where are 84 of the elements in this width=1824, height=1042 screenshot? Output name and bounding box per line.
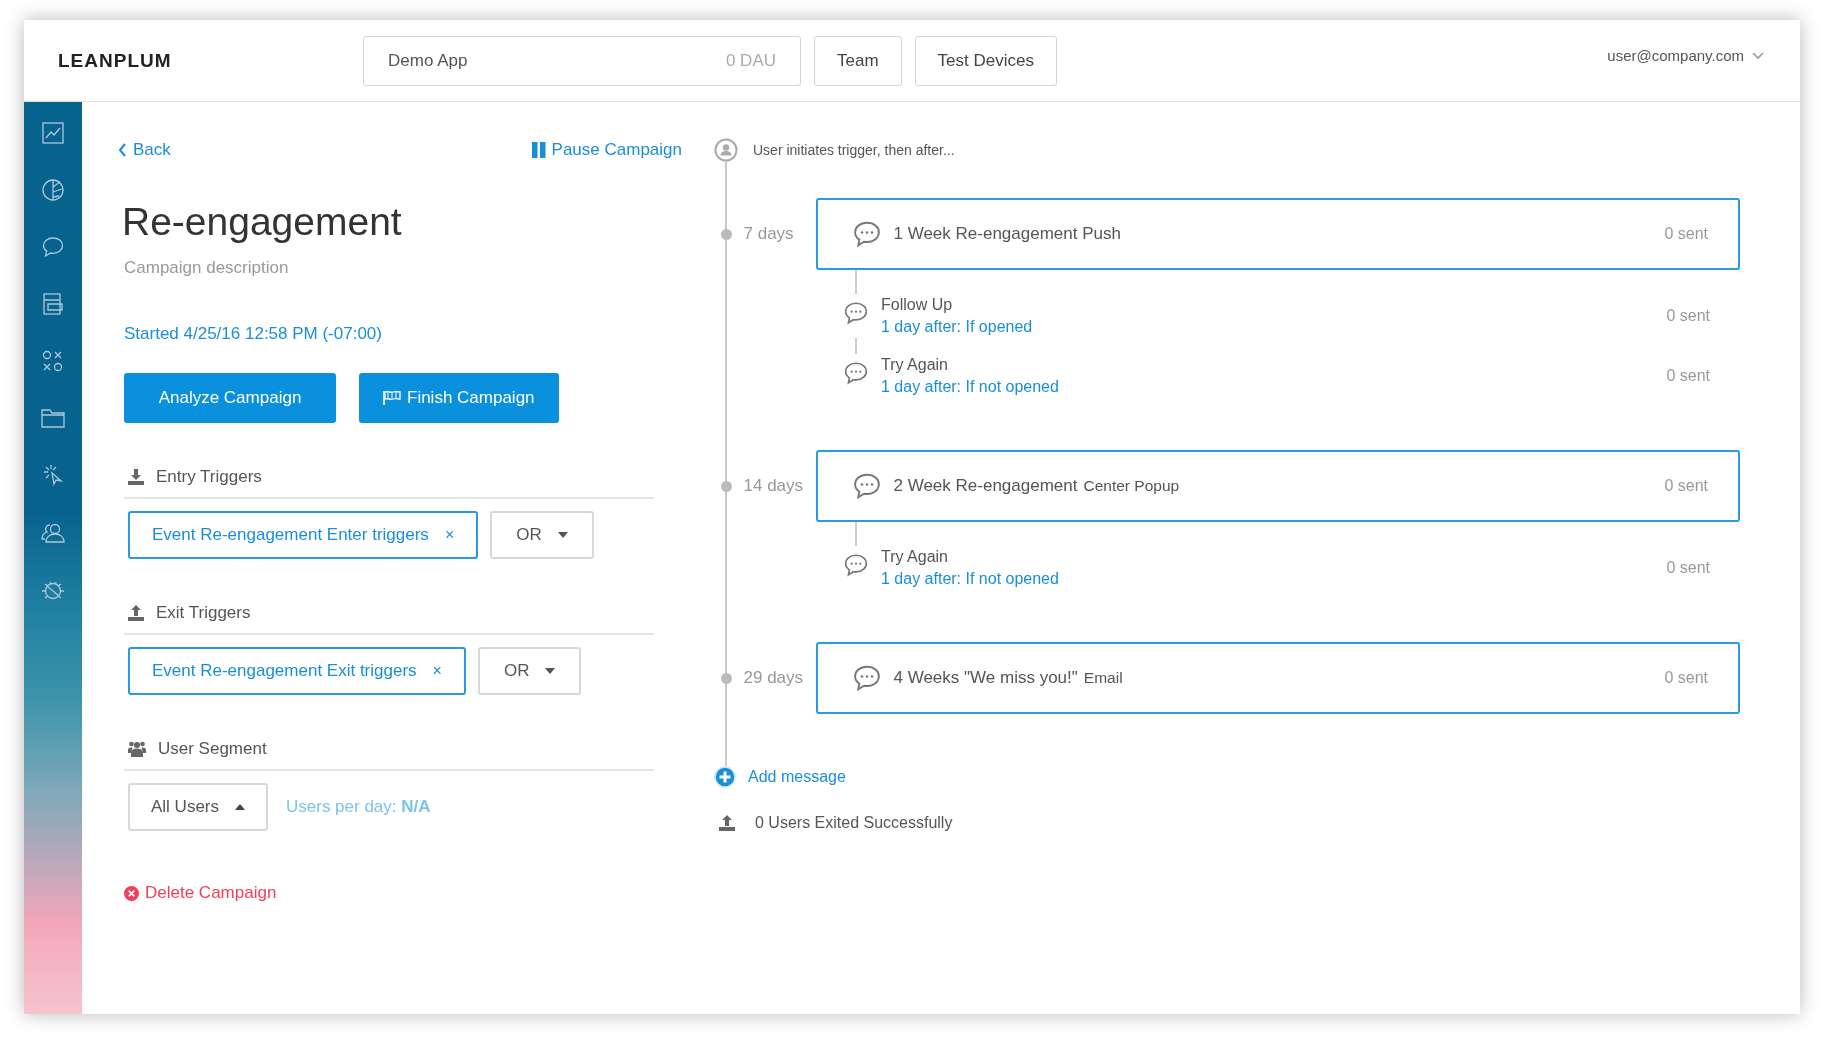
pie-chart-icon[interactable] bbox=[42, 179, 64, 201]
speech-bubble-icon bbox=[843, 552, 869, 578]
followup-message[interactable]: Try Again 1 day after: If not opened 0 sent bbox=[843, 546, 1710, 590]
trigger-tag[interactable]: Event Re-engagement Exit triggers × bbox=[128, 647, 466, 695]
delete-campaign-link[interactable]: Delete Campaign bbox=[124, 883, 682, 903]
sent-count: 0 sent bbox=[1664, 477, 1708, 495]
speech-bubble-icon bbox=[843, 360, 869, 386]
layout-icon[interactable] bbox=[42, 293, 64, 315]
message-title: 2 Week Re-engagement bbox=[893, 476, 1078, 496]
followup-title: Try Again bbox=[881, 356, 949, 374]
delay-label: 14 days bbox=[743, 476, 805, 496]
campaign-description: Campaign description bbox=[124, 258, 290, 278]
message-card[interactable]: 1 Week Re-engagement Push 0 sent bbox=[815, 198, 1740, 270]
sent-count: 0 sent bbox=[1664, 669, 1708, 687]
remove-icon[interactable]: × bbox=[432, 662, 442, 680]
timeline-intro-text: User initiates trigger, then after... bbox=[753, 142, 955, 158]
line-chart-icon[interactable] bbox=[42, 122, 64, 144]
followup-message[interactable]: Try Again 1 day after: If not opened 0 sent bbox=[843, 354, 1710, 398]
upload-icon bbox=[719, 815, 735, 831]
speech-bubble-icon bbox=[851, 663, 882, 693]
timeline-dot bbox=[720, 672, 732, 684]
back-link[interactable]: Back bbox=[118, 140, 171, 160]
caret-down-icon bbox=[557, 532, 568, 538]
segment-dropdown[interactable]: All Users bbox=[128, 783, 268, 831]
followup-condition[interactable]: 1 day after: If not opened bbox=[881, 570, 1059, 588]
trigger-tag[interactable]: Event Re-engagement Enter triggers × bbox=[128, 511, 479, 559]
chevron-left-icon bbox=[118, 143, 127, 157]
app-selector[interactable]: Demo App 0 DAU bbox=[363, 35, 801, 86]
followup-title: Try Again bbox=[881, 548, 949, 566]
pause-icon bbox=[531, 142, 546, 158]
operator-dropdown[interactable]: OR bbox=[477, 647, 582, 695]
sent-count: 0 sent bbox=[1664, 225, 1708, 243]
remove-icon[interactable]: × bbox=[444, 526, 455, 544]
tic-tac-toe-icon[interactable] bbox=[42, 350, 64, 372]
users-icon[interactable] bbox=[41, 521, 65, 543]
users-per-day-text: Users per day: N/A bbox=[286, 797, 431, 817]
section-title: Entry Triggers bbox=[156, 467, 262, 487]
followup-title: Follow Up bbox=[881, 296, 954, 314]
upload-icon bbox=[128, 605, 144, 621]
trigger-text: Event Re-engagement Exit triggers bbox=[152, 661, 417, 681]
chevron-down-icon bbox=[1752, 51, 1764, 60]
flag-icon bbox=[383, 391, 401, 405]
followup-condition[interactable]: 1 day after: If opened bbox=[881, 318, 1033, 336]
message-type: Email bbox=[1083, 669, 1123, 687]
message-type: Center Popup bbox=[1083, 477, 1180, 495]
section-title: User Segment bbox=[158, 739, 267, 759]
section-title: Exit Triggers bbox=[156, 603, 251, 623]
add-message-link[interactable]: Add message bbox=[714, 766, 1740, 788]
folder-icon[interactable] bbox=[41, 407, 65, 429]
cursor-click-icon[interactable] bbox=[42, 464, 64, 486]
speech-bubble-icon bbox=[851, 219, 882, 249]
timeline-dot bbox=[720, 480, 732, 492]
user-circle-icon bbox=[714, 138, 738, 162]
campaign-title: Re-engagement bbox=[122, 200, 403, 244]
delay-label: 7 days bbox=[743, 224, 795, 244]
message-card[interactable]: 2 Week Re-engagement Center Popup 0 sent bbox=[815, 450, 1740, 522]
sent-count: 0 sent bbox=[1666, 559, 1710, 577]
delay-label: 29 days bbox=[743, 668, 805, 688]
start-date-text: Started 4/25/16 12:58 PM (-07:00) bbox=[124, 324, 383, 344]
logo[interactable]: LEANPLUM bbox=[58, 49, 363, 72]
sent-count: 0 sent bbox=[1666, 367, 1710, 385]
speech-bubble-icon[interactable] bbox=[42, 236, 64, 258]
download-icon bbox=[128, 469, 144, 485]
plus-circle-icon bbox=[714, 766, 736, 788]
close-circle-icon bbox=[124, 885, 139, 901]
speech-bubble-icon bbox=[843, 300, 869, 326]
followup-condition[interactable]: 1 day after: If not opened bbox=[881, 378, 1059, 396]
trigger-text: Event Re-engagement Enter triggers bbox=[152, 525, 429, 545]
followup-message[interactable]: Follow Up 1 day after: If opened 0 sent bbox=[843, 294, 1710, 338]
nav-button[interactable]: Test Devices bbox=[914, 35, 1057, 86]
operator-dropdown[interactable]: OR bbox=[490, 511, 594, 559]
nav-button[interactable]: Team bbox=[814, 35, 902, 86]
caret-up-icon bbox=[235, 804, 245, 810]
pause-campaign-link[interactable]: Pause Campaign bbox=[531, 140, 682, 160]
message-card[interactable]: 4 Weeks "We miss you!" Email 0 sent bbox=[815, 642, 1740, 714]
user-menu[interactable]: user@company.com bbox=[1601, 46, 1770, 65]
message-title: 4 Weeks "We miss you!" bbox=[893, 668, 1078, 688]
caret-down-icon bbox=[545, 668, 556, 674]
timeline-dot bbox=[720, 228, 732, 240]
message-title: 1 Week Re-engagement Push bbox=[893, 224, 1121, 244]
users-exited-text: 0 Users Exited Successfully bbox=[755, 814, 953, 832]
speech-bubble-icon bbox=[851, 471, 882, 501]
sent-count: 0 sent bbox=[1666, 307, 1710, 325]
users-icon bbox=[128, 741, 146, 757]
